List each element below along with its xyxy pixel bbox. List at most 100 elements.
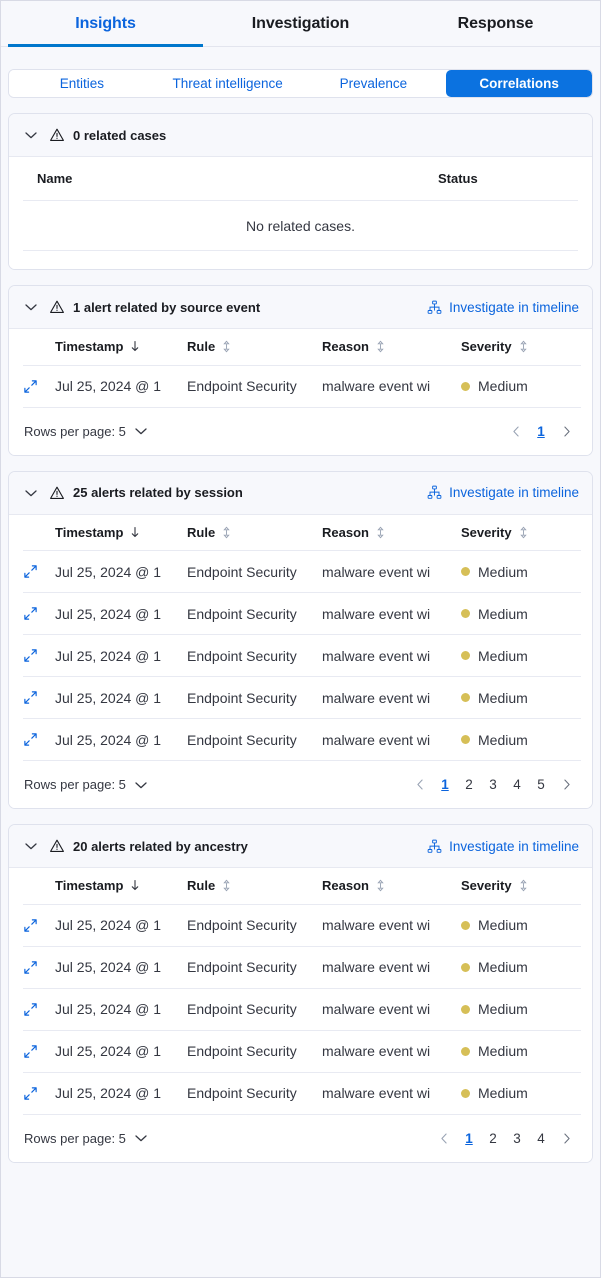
alerts-panel-header-ancestry[interactable]: 20 alerts related by ancestryInvestigate… <box>9 825 592 868</box>
row-expand-cell[interactable] <box>23 719 55 761</box>
expand-alt-icon[interactable] <box>23 606 39 622</box>
table-row[interactable]: Jul 25, 2024 @ 1Endpoint Securitymalware… <box>23 946 581 988</box>
rows-per-page-selector[interactable]: Rows per page: 5 <box>24 1130 149 1146</box>
table-row[interactable]: Jul 25, 2024 @ 1Endpoint Securitymalware… <box>23 1072 581 1114</box>
column-header-severity[interactable]: Severity <box>461 329 581 365</box>
column-header-reason[interactable]: Reason <box>322 868 461 904</box>
chevron-down-icon[interactable] <box>23 299 39 315</box>
row-expand-cell[interactable] <box>23 365 55 407</box>
column-header-timestamp[interactable]: Timestamp <box>55 329 187 365</box>
page-number-3[interactable]: 3 <box>507 1127 527 1149</box>
table-row[interactable]: Jul 25, 2024 @ 1Endpoint Securitymalware… <box>23 1030 581 1072</box>
subtab-entities[interactable]: Entities <box>9 70 155 97</box>
table-row[interactable]: Jul 25, 2024 @ 1Endpoint Securitymalware… <box>23 904 581 946</box>
table-row[interactable]: Jul 25, 2024 @ 1Endpoint Securitymalware… <box>23 988 581 1030</box>
chevron-down-icon[interactable] <box>133 777 149 793</box>
chevron-down-icon[interactable] <box>23 127 39 143</box>
page-number-4[interactable]: 4 <box>531 1127 551 1149</box>
rows-per-page-selector[interactable]: Rows per page: 5 <box>24 423 149 439</box>
tab-investigation[interactable]: Investigation <box>203 1 398 46</box>
cell-severity: Medium <box>461 946 581 988</box>
page-number-5[interactable]: 5 <box>531 774 551 796</box>
row-expand-cell[interactable] <box>23 904 55 946</box>
row-expand-cell[interactable] <box>23 946 55 988</box>
column-header-severity[interactable]: Severity <box>461 515 581 551</box>
sortable-icon[interactable] <box>375 526 386 539</box>
column-header-rule[interactable]: Rule <box>187 515 322 551</box>
expand-alt-icon[interactable] <box>23 960 39 976</box>
previous-page-button[interactable] <box>505 420 527 442</box>
expand-alt-icon[interactable] <box>23 1086 39 1102</box>
sortable-icon[interactable] <box>375 879 386 892</box>
column-header-timestamp[interactable]: Timestamp <box>55 868 187 904</box>
expand-alt-icon[interactable] <box>23 648 39 664</box>
sortable-icon[interactable] <box>518 526 529 539</box>
next-page-button[interactable] <box>555 420 577 442</box>
next-page-button[interactable] <box>555 774 577 796</box>
page-number-1[interactable]: 1 <box>531 420 551 442</box>
subtab-threat-intelligence[interactable]: Threat intelligence <box>155 70 301 97</box>
investigate-in-timeline-button-ancestry[interactable]: Investigate in timeline <box>427 839 579 854</box>
chevron-down-icon[interactable] <box>133 1130 149 1146</box>
investigate-in-timeline-button-session[interactable]: Investigate in timeline <box>427 485 579 500</box>
previous-page-button[interactable] <box>433 1127 455 1149</box>
tab-insights[interactable]: Insights <box>8 1 203 46</box>
expand-alt-icon[interactable] <box>23 918 39 934</box>
page-number-3[interactable]: 3 <box>483 774 503 796</box>
investigate-in-timeline-button-source-event[interactable]: Investigate in timeline <box>427 300 579 315</box>
expand-alt-icon[interactable] <box>23 379 39 395</box>
sort-descending-arrow-icon[interactable] <box>129 879 141 892</box>
subtab-correlations[interactable]: Correlations <box>446 70 592 97</box>
alerts-panel-ancestry: 20 alerts related by ancestryInvestigate… <box>8 824 593 1163</box>
sortable-icon[interactable] <box>221 340 232 353</box>
column-header-reason[interactable]: Reason <box>322 329 461 365</box>
column-header-rule[interactable]: Rule <box>187 329 322 365</box>
sortable-icon[interactable] <box>518 340 529 353</box>
row-expand-cell[interactable] <box>23 593 55 635</box>
table-row[interactable]: Jul 25, 2024 @ 1Endpoint Securitymalware… <box>23 677 581 719</box>
table-row[interactable]: Jul 25, 2024 @ 1Endpoint Securitymalware… <box>23 593 581 635</box>
rows-per-page-selector[interactable]: Rows per page: 5 <box>24 777 149 793</box>
row-expand-cell[interactable] <box>23 677 55 719</box>
column-header-reason[interactable]: Reason <box>322 515 461 551</box>
row-expand-cell[interactable] <box>23 988 55 1030</box>
expand-alt-icon[interactable] <box>23 1002 39 1018</box>
sortable-icon[interactable] <box>221 879 232 892</box>
expand-alt-icon[interactable] <box>23 564 39 580</box>
sortable-icon[interactable] <box>221 526 232 539</box>
table-row[interactable]: Jul 25, 2024 @ 1Endpoint Securitymalware… <box>23 551 581 593</box>
page-number-2[interactable]: 2 <box>459 774 479 796</box>
cell-timestamp: Jul 25, 2024 @ 1 <box>55 593 187 635</box>
alerts-panel-header-session[interactable]: 25 alerts related by sessionInvestigate … <box>9 472 592 515</box>
row-expand-cell[interactable] <box>23 551 55 593</box>
alerts-panel-header-source-event[interactable]: 1 alert related by source eventInvestiga… <box>9 286 592 329</box>
sortable-icon[interactable] <box>375 340 386 353</box>
tab-response[interactable]: Response <box>398 1 593 46</box>
page-number-1[interactable]: 1 <box>435 774 455 796</box>
column-header-severity[interactable]: Severity <box>461 868 581 904</box>
sort-descending-arrow-icon[interactable] <box>129 526 141 539</box>
page-number-4[interactable]: 4 <box>507 774 527 796</box>
table-row[interactable]: Jul 25, 2024 @ 1Endpoint Securitymalware… <box>23 635 581 677</box>
page-number-1[interactable]: 1 <box>459 1127 479 1149</box>
chevron-down-icon[interactable] <box>23 838 39 854</box>
sort-descending-arrow-icon[interactable] <box>129 340 141 353</box>
previous-page-button[interactable] <box>409 774 431 796</box>
expand-alt-icon[interactable] <box>23 1044 39 1060</box>
chevron-down-icon[interactable] <box>23 485 39 501</box>
expand-alt-icon[interactable] <box>23 732 39 748</box>
sortable-icon[interactable] <box>518 879 529 892</box>
row-expand-cell[interactable] <box>23 1072 55 1114</box>
table-row[interactable]: Jul 25, 2024 @ 1Endpoint Securitymalware… <box>23 719 581 761</box>
next-page-button[interactable] <box>555 1127 577 1149</box>
row-expand-cell[interactable] <box>23 635 55 677</box>
column-header-timestamp[interactable]: Timestamp <box>55 515 187 551</box>
row-expand-cell[interactable] <box>23 1030 55 1072</box>
column-header-rule[interactable]: Rule <box>187 868 322 904</box>
expand-alt-icon[interactable] <box>23 690 39 706</box>
subtab-prevalence[interactable]: Prevalence <box>301 70 447 97</box>
page-number-2[interactable]: 2 <box>483 1127 503 1149</box>
related-cases-header[interactable]: 0 related cases <box>9 114 592 157</box>
table-row[interactable]: Jul 25, 2024 @ 1Endpoint Securitymalware… <box>23 365 581 407</box>
chevron-down-icon[interactable] <box>133 423 149 439</box>
